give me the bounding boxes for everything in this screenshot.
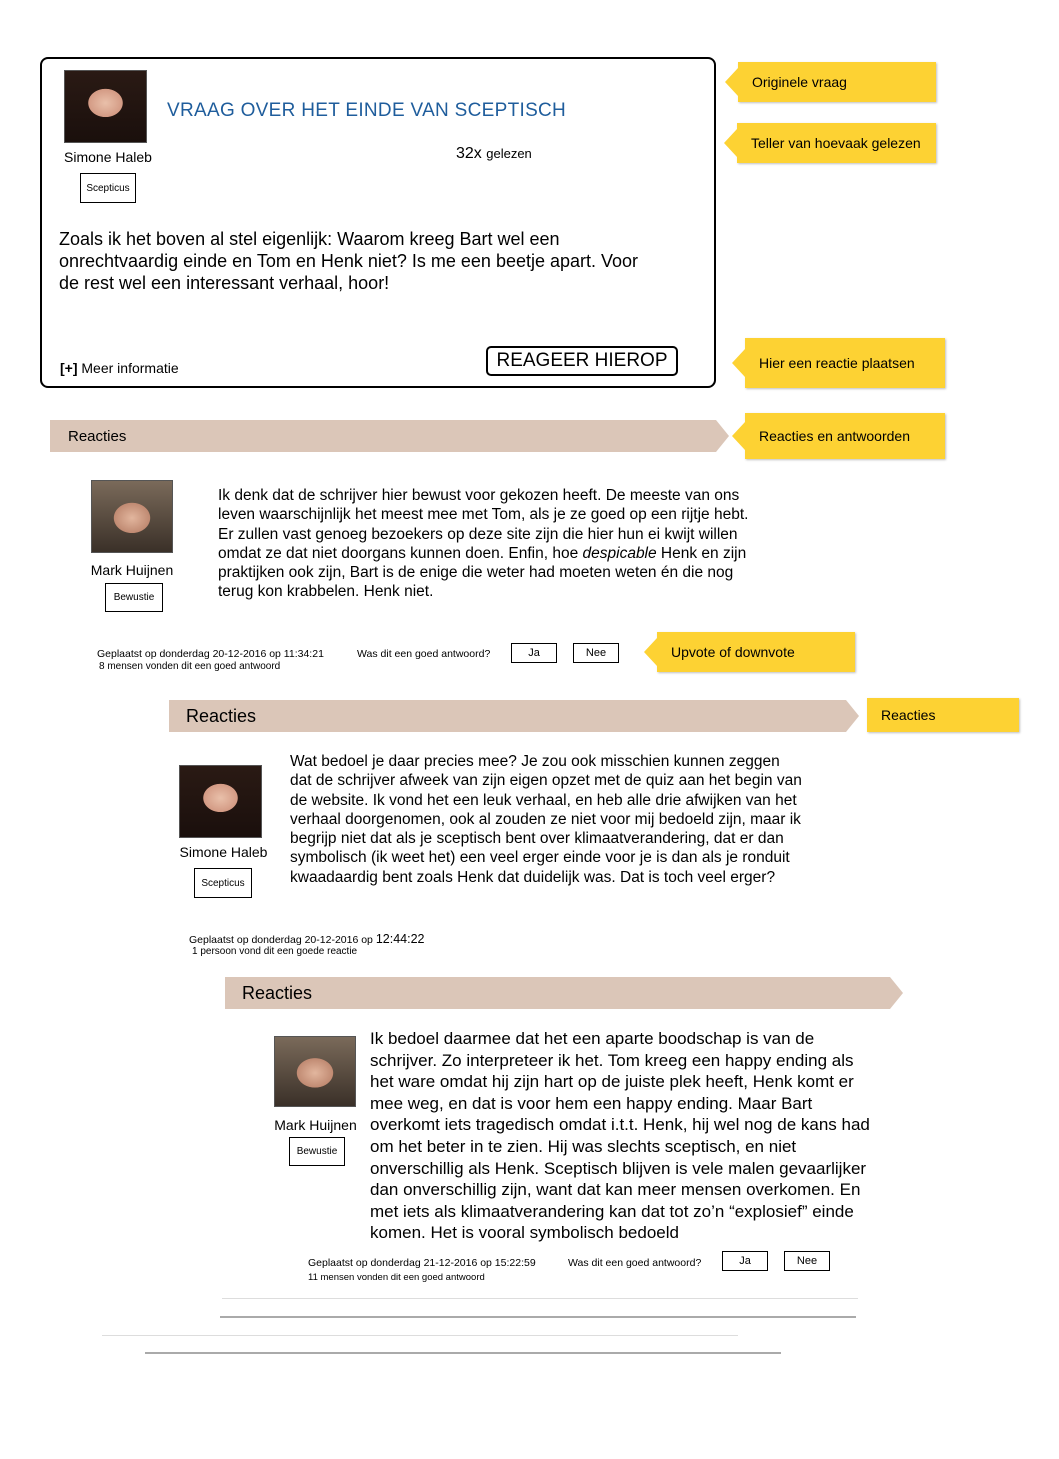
upvote-button[interactable]: Ja [722,1251,768,1271]
question-body: Zoals ik het boven al stel eigenlijk: Wa… [59,229,639,293]
upvote-button[interactable]: Ja [511,643,557,663]
author-name: Simone Haleb [179,844,268,860]
replies-section-label: Reacties [242,982,313,1003]
replies-section-bar[interactable]: Reacties [225,977,903,1009]
callout-original-question: Originele vraag [738,62,936,102]
avatar [91,480,173,553]
callout-post-reply: Hier een reactie plaatsen [745,338,945,388]
divider [222,1298,858,1299]
replies-section-bar[interactable]: Reacties [50,420,729,452]
callout-read-counter: Teller van hoevaak gelezen [737,123,936,163]
replies-section-bar[interactable]: Reacties [169,700,859,732]
read-count: 32x [456,145,482,162]
callout-replies: Reacties [867,698,1019,732]
downvote-button[interactable]: Nee [573,643,619,663]
callout-vote: Upvote of downvote [657,632,855,672]
reply-text: Ik bedoel daarmee dat het een aparte boo… [370,1029,870,1243]
posted-date: Geplaatst op donderdag 20-12-2016 op 11:… [97,648,324,660]
vote-count: 1 persoon vond dit een goede reactie [192,946,358,957]
avatar [179,765,262,838]
user-badge: Bewustie [105,583,163,612]
expand-icon: [+] [60,360,78,376]
user-badge: Scepticus [194,868,252,898]
posted-date: Geplaatst op donderdag 20-12-2016 op 12:… [189,932,425,946]
avatar [64,70,147,143]
user-badge: Scepticus [80,173,136,203]
replies-section-label: Reacties [186,705,257,726]
user-badge: Bewustie [289,1137,345,1166]
author-name: Mark Huijnen [274,1117,357,1133]
reply-text: Ik denk dat de schrijver hier bewust voo… [218,487,749,601]
reply-button[interactable]: REAGEER HIEROP [486,346,678,376]
vote-question: Was dit een goed antwoord? [357,648,491,660]
read-label: gelezen [486,146,532,161]
divider [220,1316,856,1318]
more-info-link[interactable]: [+] Meer informatie [60,360,179,376]
more-info-label: Meer informatie [81,360,179,376]
vote-question: Was dit een goed antwoord? [568,1257,702,1269]
question-title: VRAAG OVER HET EINDE VAN SCEPTISCH [167,100,567,121]
avatar [274,1036,356,1107]
downvote-button[interactable]: Nee [784,1251,830,1271]
callout-replies-answers: Reacties en antwoorden [745,413,945,459]
divider [102,1335,738,1336]
posted-date: Geplaatst op donderdag 21-12-2016 op 15:… [308,1257,536,1269]
reply-text: Wat bedoel je daar precies mee? Je zou o… [290,753,802,886]
author-name: Mark Huijnen [90,562,174,578]
vote-count: 11 mensen vonden dit een goed antwoord [308,1272,485,1283]
replies-section-label: Reacties [68,427,127,445]
divider [145,1352,781,1354]
vote-count: 8 mensen vonden dit een goed antwoord [99,661,281,672]
author-name: Simone Haleb [64,149,152,165]
read-counter: 32x gelezen [456,145,532,163]
